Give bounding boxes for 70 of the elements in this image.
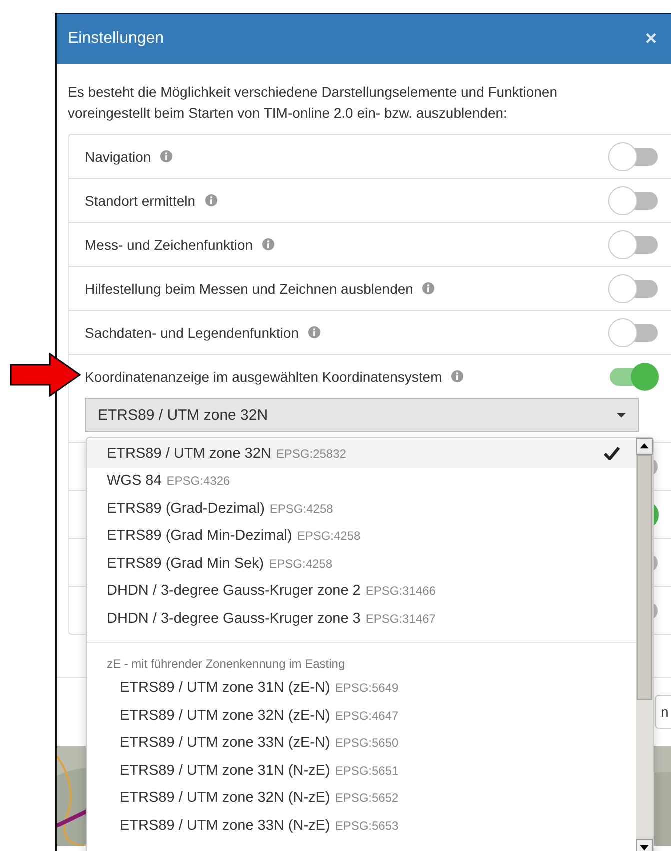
scroll-down-icon[interactable] <box>636 839 653 851</box>
scrollbar[interactable] <box>636 438 653 851</box>
menu-option[interactable]: ETRS89 / UTM zone 32N (N-zE) EPSG:5652 <box>87 784 636 812</box>
option-code: EPSG:5650 <box>335 736 399 750</box>
option-label: ETRS89 / UTM zone 33N (N-zE) <box>120 818 330 834</box>
setting-label: Standort ermitteln <box>85 192 196 208</box>
option-code: EPSG:5653 <box>335 818 399 833</box>
menu-option[interactable]: ETRS89 / UTM zone 33N (N-zE) EPSG:5653 <box>87 812 636 840</box>
option-label: WGS 84 <box>107 473 162 490</box>
setting-label: Sachdaten- und Legendenfunktion <box>85 324 300 340</box>
checkmark-icon <box>604 447 620 460</box>
option-label: ETRS89 / UTM zone 33N (zE-N) <box>120 735 330 752</box>
option-code: EPSG:4258 <box>269 556 333 571</box>
info-icon[interactable] <box>204 194 218 207</box>
info-icon[interactable] <box>308 326 322 339</box>
arrow-icon <box>10 353 82 397</box>
info-icon[interactable] <box>422 282 436 295</box>
caret-icon <box>617 412 626 418</box>
option-code: EPSG:25832 <box>276 446 346 461</box>
info-icon[interactable] <box>160 150 174 163</box>
menu-option[interactable]: ETRS89 / UTM zone 32N (zE-N) EPSG:4647 <box>87 702 636 730</box>
option-label: ETRS89 / UTM zone 31N (N-zE) <box>120 762 330 779</box>
toggle-switch[interactable] <box>607 318 661 348</box>
option-label: ETRS89 (Grad Min-Dezimal) <box>107 528 292 544</box>
menu-option[interactable]: ETRS89 / UTM zone 32N EPSG:25832 <box>87 440 636 468</box>
option-code: EPSG:31467 <box>366 612 436 626</box>
option-label: DHDN / 3-degree Gauss-Kruger zone 3 <box>107 610 361 627</box>
toggle-switch[interactable] <box>607 230 661 260</box>
intro-text: Es besteht die Möglichkeit verschiedene Darstellungselemente und Funktionen voreingestellt beim Starten von TIM-online 2.0 ein- bzw. auszublenden: <box>68 83 559 123</box>
menu-option[interactable]: ETRS89 / UTM zone 31N (zE-N) EPSG:5649 <box>87 674 636 702</box>
option-code: EPSG:5649 <box>335 681 399 696</box>
group-header: zE - mit führender Zonenkennung im Easting <box>87 642 636 674</box>
option-code: EPSG:4258 <box>270 502 334 516</box>
setting-label: Navigation <box>85 148 152 164</box>
toggle-switch[interactable] <box>607 186 661 216</box>
option-code: EPSG:4647 <box>335 708 399 723</box>
option-label: DHDN / 3-degree Gauss-Kruger zone 2 <box>107 583 361 600</box>
scrollbar-thumb[interactable] <box>637 455 652 700</box>
setting-label: Koordinatenanzeige im ausgewählten Koordinatensystem <box>85 368 442 384</box>
option-code: EPSG:4258 <box>297 529 361 544</box>
menu-option[interactable]: ETRS89 / UTM zone 33N (zE-N) EPSG:5650 <box>87 730 636 757</box>
option-label: ETRS89 (Grad-Dezimal) <box>107 500 265 517</box>
option-code: EPSG:5652 <box>335 791 399 806</box>
menu-option[interactable]: DHDN / 3-degree Gauss-Kruger zone 3 EPSG:31467 <box>87 605 636 632</box>
setting-label: Mess- und Zeichenfunktion <box>85 236 254 252</box>
option-label: ETRS89 / UTM zone 32N (zE-N) <box>120 708 330 724</box>
menu-option[interactable]: WGS 84 EPSG:4326 <box>87 468 636 495</box>
footer-button[interactable]: n <box>655 695 671 729</box>
dialog-title: Einstellungen <box>68 30 164 48</box>
info-icon[interactable] <box>262 238 276 251</box>
menu-option[interactable]: ETRS89 (Grad Min-Dezimal) EPSG:4258 <box>87 522 636 550</box>
option-label: ETRS89 / UTM zone 32N (N-zE) <box>120 790 330 806</box>
toggle-switch[interactable] <box>607 142 661 172</box>
toggle-switch[interactable] <box>607 362 661 392</box>
menu-option[interactable]: ETRS89 / UTM zone 31N (N-zE) EPSG:5651 <box>87 757 636 784</box>
info-icon[interactable] <box>451 370 464 383</box>
option-code: EPSG:31466 <box>366 584 436 598</box>
scroll-up-icon[interactable] <box>636 438 653 455</box>
menu-option[interactable]: ETRS89 (Grad-Dezimal) EPSG:4258 <box>87 495 636 522</box>
toggle-switch[interactable] <box>607 274 661 304</box>
coordinate-system-select[interactable]: ETRS89 / UTM zone 32N <box>85 398 639 432</box>
menu-option[interactable]: DHDN / 3-degree Gauss-Kruger zone 2 EPSG:31466 <box>87 578 636 605</box>
option-label: ETRS89 (Grad Min Sek) <box>107 556 264 572</box>
option-label: ETRS89 / UTM zone 32N <box>107 446 272 462</box>
menu-option[interactable]: ETRS89 (Grad Min Sek) EPSG:4258 <box>87 550 636 578</box>
option-code: EPSG:5651 <box>335 764 399 778</box>
setting-label: Hilfestellung beim Messen und Zeichnen ausblenden <box>85 280 414 296</box>
close-button[interactable]: × <box>645 28 657 50</box>
option-code: EPSG:4326 <box>166 474 230 488</box>
option-label: ETRS89 / UTM zone 31N (zE-N) <box>120 680 330 696</box>
